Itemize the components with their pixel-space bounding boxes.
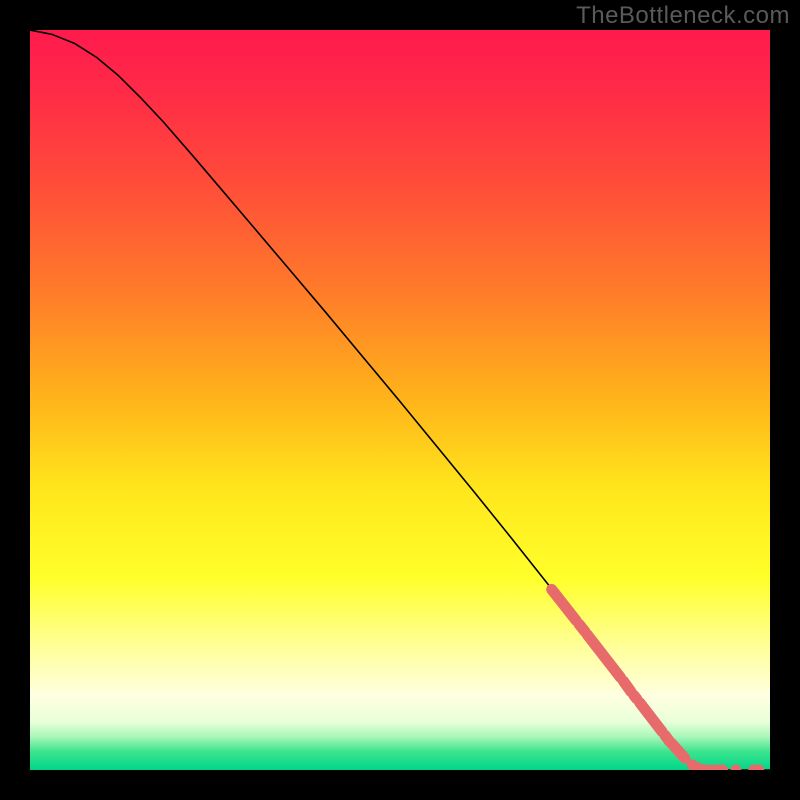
watermark-text: TheBottleneck.com xyxy=(576,2,790,30)
chart-frame: TheBottleneck.com xyxy=(0,0,800,800)
chart-svg xyxy=(30,30,770,770)
plot-area xyxy=(30,30,770,770)
